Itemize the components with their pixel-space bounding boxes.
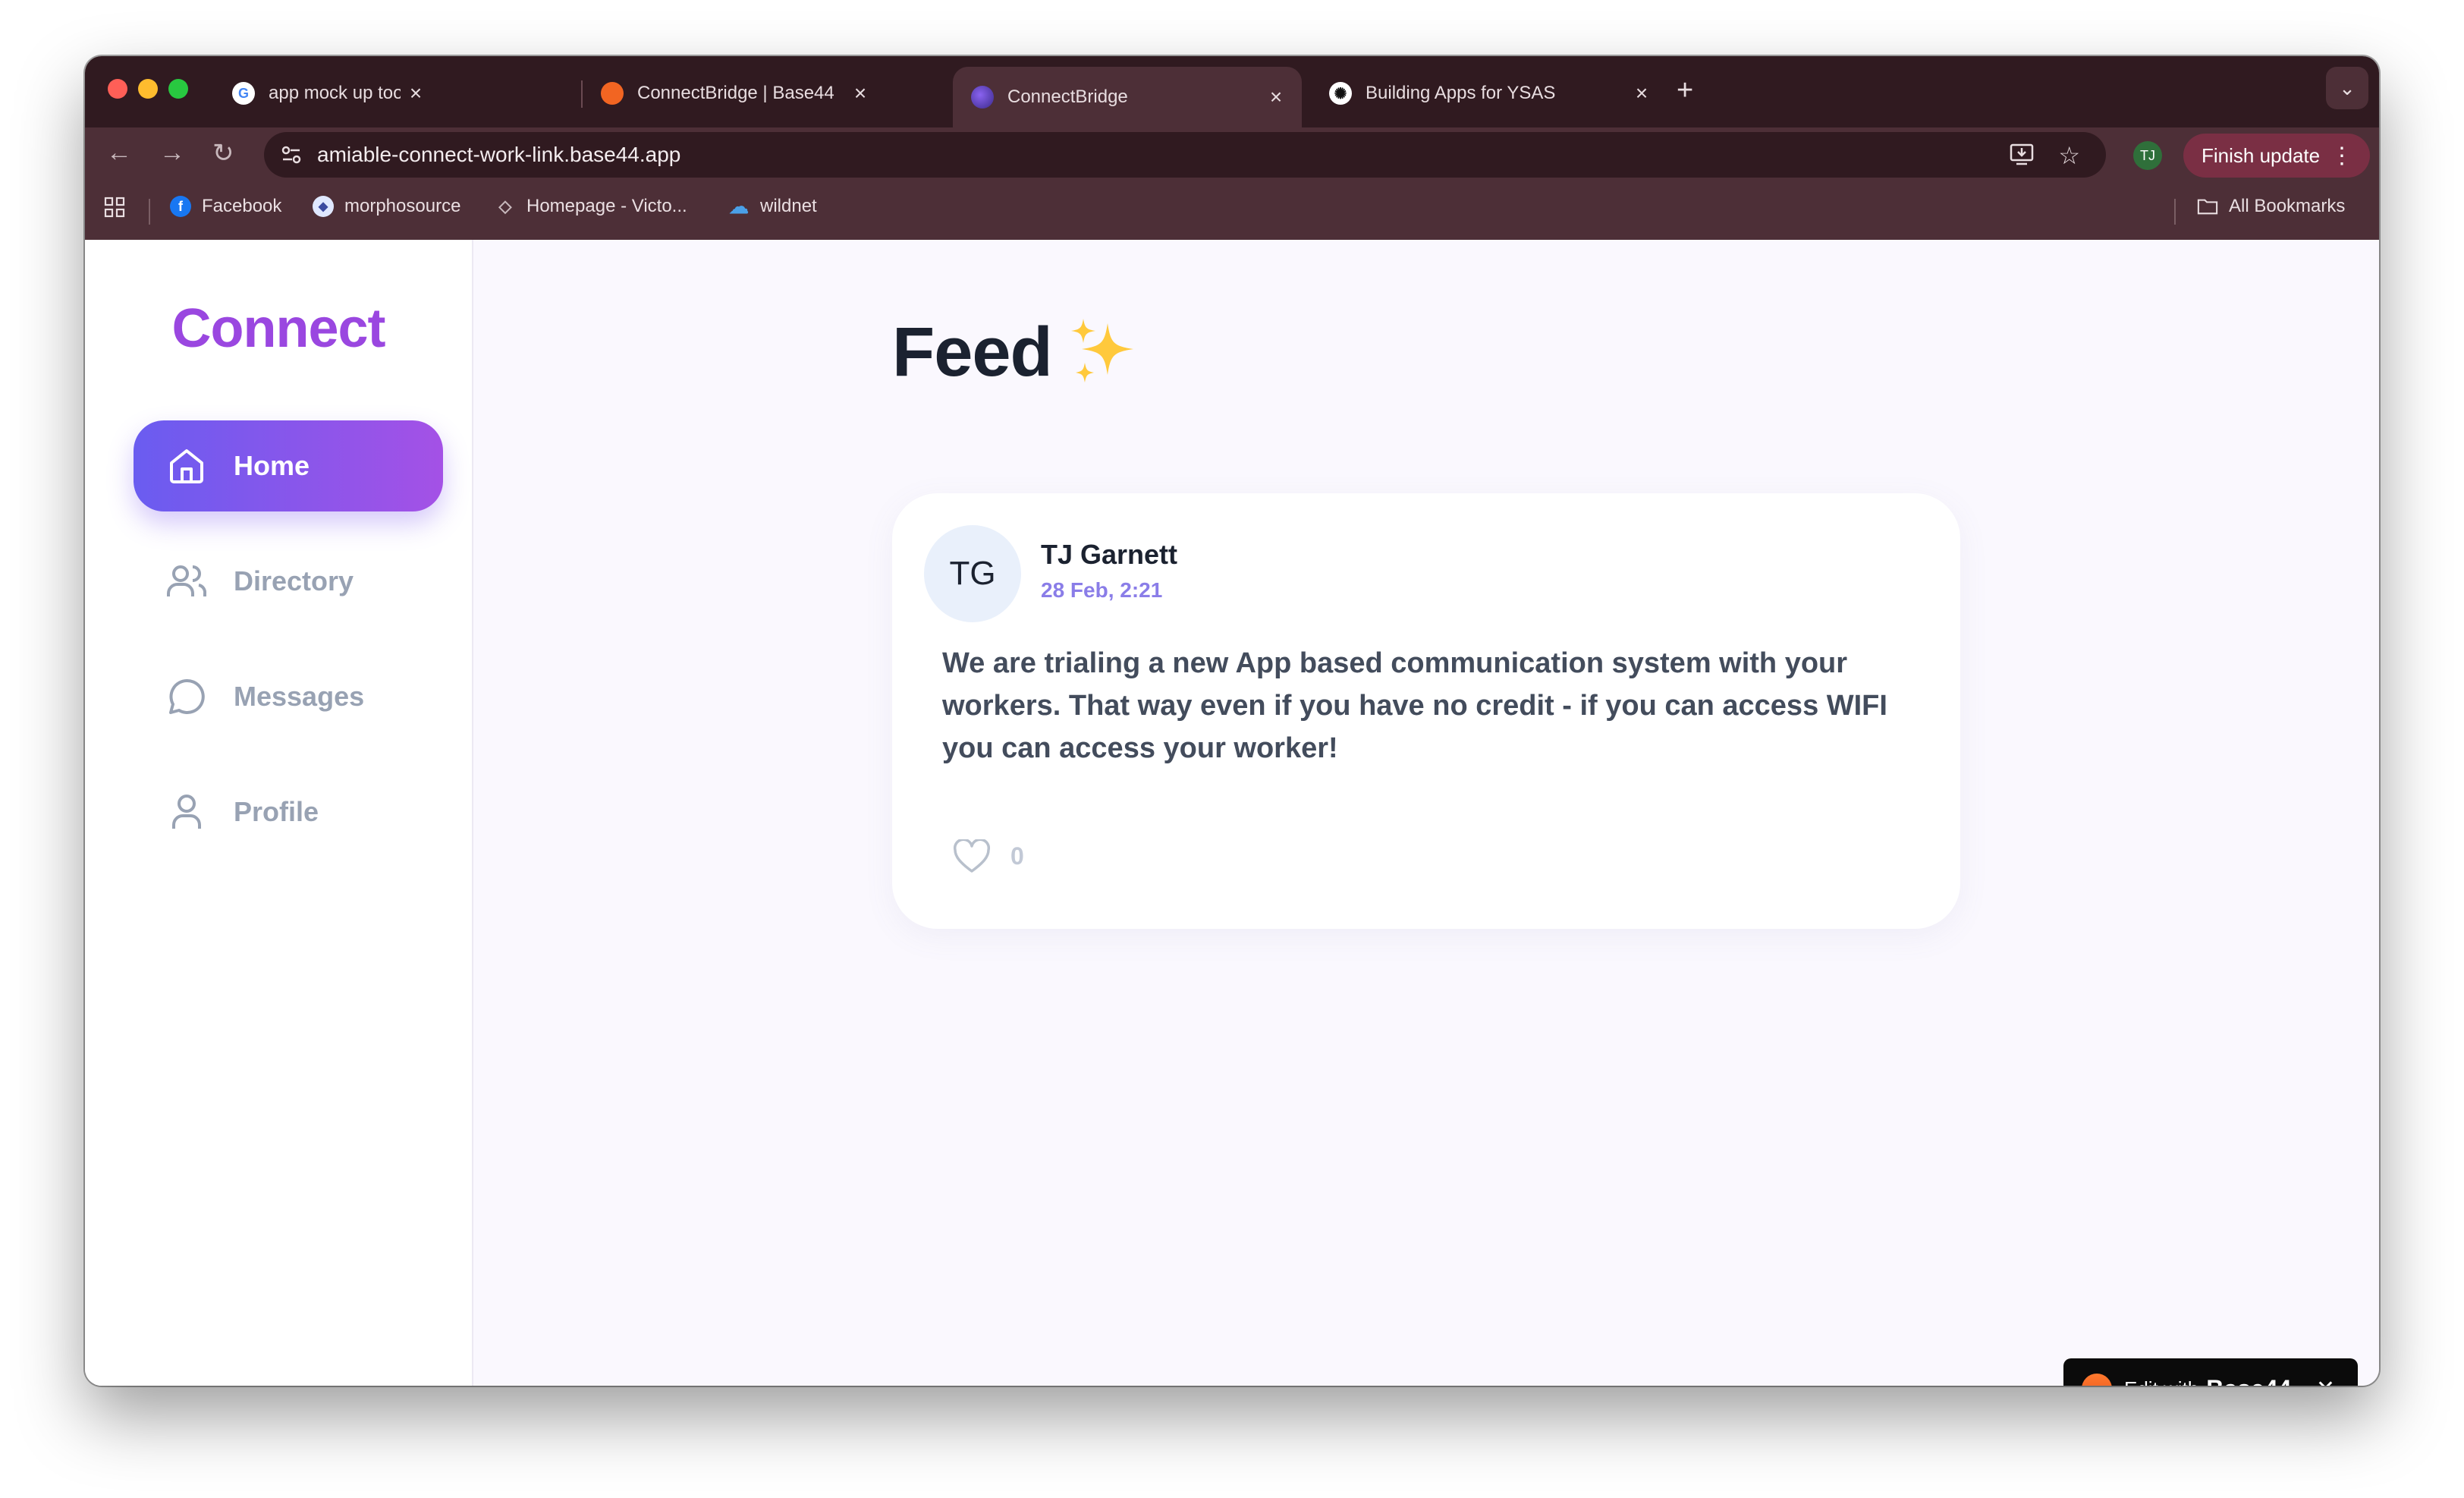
close-window-button[interactable] xyxy=(108,79,127,99)
tab-title: ConnectBridge xyxy=(1007,87,1128,107)
nav-label: Home xyxy=(234,450,310,481)
tab-search-button[interactable]: ⌄ xyxy=(2326,67,2368,109)
all-bookmarks-label: All Bookmarks xyxy=(2229,196,2346,216)
bookmark-star-icon[interactable]: ☆ xyxy=(2058,141,2080,170)
brand-logo[interactable]: Connect xyxy=(85,297,472,360)
tab-strip: G app mock up tools - Google S × Connect… xyxy=(85,56,2379,127)
edit-with-label: Edit with xyxy=(2124,1377,2198,1386)
cloud-icon: ☁ xyxy=(729,194,749,218)
back-icon[interactable]: ← xyxy=(106,138,132,168)
bookmark-homepage[interactable]: ◇ Homepage - Victo... xyxy=(495,196,687,217)
base44-icon xyxy=(601,82,624,105)
zoom-window-button[interactable] xyxy=(168,79,188,99)
page-title: Feed xyxy=(892,313,1053,391)
nav-label: Profile xyxy=(234,796,319,827)
close-icon[interactable]: × xyxy=(1261,85,1291,109)
message-icon xyxy=(164,674,209,719)
google-icon: G xyxy=(232,82,255,105)
bookmark-label: morphosource xyxy=(344,196,461,216)
tab-connectbridge[interactable]: ConnectBridge × xyxy=(953,67,1302,127)
base44-logo-icon xyxy=(2082,1374,2112,1386)
finish-update-button[interactable]: Finish update ⋮ xyxy=(2183,134,2370,178)
bookmark-wildnet[interactable]: ☁ wildnet xyxy=(728,194,817,218)
address-bar[interactable]: amiable-connect-work-link.base44.app ☆ xyxy=(264,132,2106,178)
bookmark-morphosource[interactable]: ◆ morphosource xyxy=(313,196,460,217)
facebook-icon: f xyxy=(170,196,191,217)
edit-with-base44-badge[interactable]: Edit with Base44 ✕ xyxy=(2063,1358,2358,1386)
avatar[interactable]: TG xyxy=(924,525,1021,622)
bookmarks-bar: f Facebook ◆ morphosource ◇ Homepage - V… xyxy=(85,182,2379,240)
browser-window: G app mock up tools - Google S × Connect… xyxy=(85,56,2379,1386)
nav-home[interactable]: Home xyxy=(134,420,443,511)
profile-avatar[interactable]: TJ xyxy=(2133,141,2162,170)
home-icon xyxy=(164,443,209,489)
tab-title: app mock up tools - Google S xyxy=(269,83,401,103)
sparkles-icon xyxy=(1064,313,1142,395)
url-text: amiable-connect-work-link.base44.app xyxy=(317,143,681,166)
nav-profile[interactable]: Profile xyxy=(134,766,443,858)
reload-icon[interactable]: ↻ xyxy=(212,138,234,168)
apps-grid-icon[interactable] xyxy=(103,196,126,219)
tab-title: ConnectBridge | Base44 xyxy=(637,83,834,103)
all-bookmarks-button[interactable]: All Bookmarks xyxy=(2197,196,2345,217)
base44-brand-text: Base44 xyxy=(2206,1375,2291,1386)
bookmark-divider xyxy=(149,199,150,225)
install-app-icon[interactable] xyxy=(2009,141,2035,173)
new-tab-button[interactable]: + xyxy=(1677,74,1693,107)
sidebar: Connect Home Directory Messages Profile xyxy=(85,240,473,1386)
bookmark-facebook[interactable]: f Facebook xyxy=(170,196,281,217)
tab-title: Building Apps for YSAS xyxy=(1366,83,1556,103)
post-card: TG TJ Garnett 28 Feb, 2:21 We are triali… xyxy=(892,493,1960,929)
close-icon[interactable]: × xyxy=(401,81,431,105)
heart-icon[interactable] xyxy=(953,838,991,877)
forward-icon[interactable]: → xyxy=(159,138,185,168)
bookmark-label: wildnet xyxy=(760,196,817,216)
folder-icon xyxy=(2197,196,2218,217)
tab-building-apps[interactable]: ✺ Building Apps for YSAS × xyxy=(1311,67,1667,120)
site-settings-icon[interactable] xyxy=(278,141,305,168)
nav-directory[interactable]: Directory xyxy=(134,536,443,627)
tab-connectbridge-base44[interactable]: ConnectBridge | Base44 × xyxy=(583,67,886,120)
minimize-window-button[interactable] xyxy=(138,79,158,99)
like-count: 0 xyxy=(1010,842,1024,870)
morphosource-icon: ◆ xyxy=(313,196,334,217)
post-body: We are trialing a new App based communic… xyxy=(942,647,1887,764)
more-menu-icon[interactable]: ⋮ xyxy=(2330,143,2353,169)
browser-toolbar: ← → ↻ amiable-connect-work-link.base44.a… xyxy=(85,127,2379,182)
tab-app-mock-up-tools[interactable]: G app mock up tools - Google S × xyxy=(214,67,442,120)
close-icon[interactable]: × xyxy=(1626,81,1657,105)
users-icon xyxy=(164,559,209,604)
bookmark-label: Facebook xyxy=(202,196,282,216)
nav-label: Messages xyxy=(234,681,365,712)
openai-icon: ✺ xyxy=(1329,82,1352,105)
close-icon[interactable]: ✕ xyxy=(2316,1376,2335,1386)
close-icon[interactable]: × xyxy=(845,81,875,105)
finish-update-label: Finish update xyxy=(2202,143,2321,167)
post-timestamp: 28 Feb, 2:21 xyxy=(1041,578,1163,602)
bookmark-divider xyxy=(2174,199,2176,225)
connectbridge-icon xyxy=(971,86,994,109)
nav-messages[interactable]: Messages xyxy=(134,651,443,742)
user-icon xyxy=(164,789,209,835)
diamond-icon: ◇ xyxy=(498,197,512,216)
app-page: Connect Home Directory Messages Profile … xyxy=(85,240,2379,1386)
post-author[interactable]: TJ Garnett xyxy=(1041,539,1177,571)
nav-label: Directory xyxy=(234,565,354,596)
bookmark-label: Homepage - Victo... xyxy=(526,196,687,216)
